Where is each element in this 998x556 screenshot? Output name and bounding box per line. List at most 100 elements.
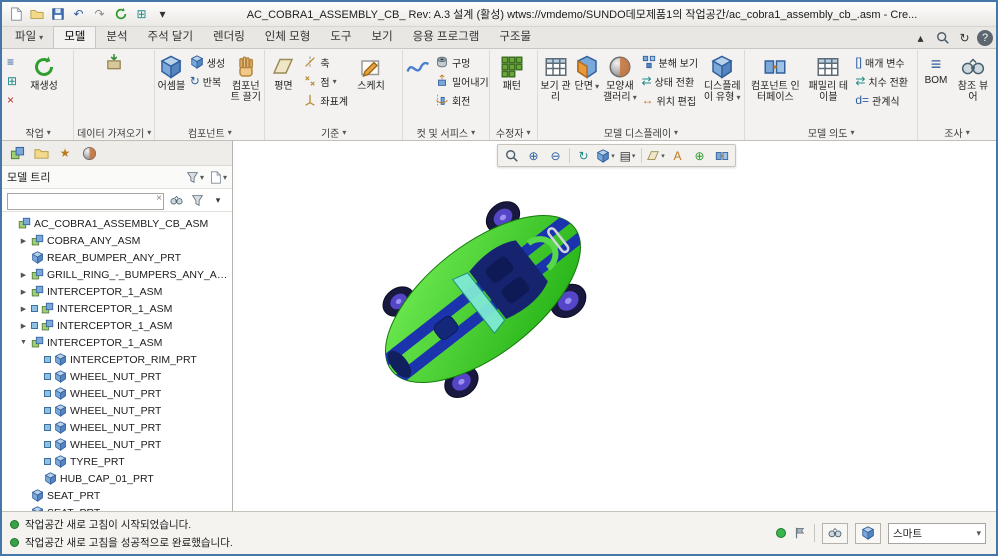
tree-item[interactable]: INTERCEPTOR_1_ASM [2, 317, 232, 334]
assemble-button[interactable]: 어셈블 [157, 53, 186, 92]
boundary-blend-button[interactable] [405, 53, 431, 79]
tree-item[interactable]: INTERCEPTOR_1_ASM [2, 334, 232, 351]
edit-position-button[interactable]: ↔위치 편집 [640, 91, 701, 109]
tree-item[interactable]: WHEEL_NUT_PRT [2, 436, 232, 453]
tree-item[interactable]: GRILL_RING_-_BUMPERS_ANY_ASM [2, 266, 232, 283]
view-manager-button[interactable]: 보기 관리 [540, 53, 572, 103]
undo-button[interactable]: ↶ [69, 5, 88, 24]
tree-filter-button[interactable] [186, 168, 204, 186]
model-viewport[interactable] [333, 149, 633, 449]
ribbon-tab[interactable]: 인체 모형 [255, 27, 321, 48]
ribbon-tab[interactable]: 보기 [361, 27, 402, 48]
tree-item[interactable]: WHEEL_NUT_PRT [2, 402, 232, 419]
copy-button[interactable]: ⊞ [5, 72, 19, 90]
tree-item[interactable]: SEAT_PRT [2, 487, 232, 504]
favorites-button[interactable]: ★ [55, 143, 75, 163]
tree-item[interactable]: INTERCEPTOR_1_ASM [2, 300, 232, 317]
regenerate-button[interactable]: 재생성 [21, 53, 67, 92]
drag-components-button[interactable]: 컴포넌트 끌기 [229, 53, 262, 103]
quick-access-customize-button[interactable]: ▾ [153, 5, 172, 24]
pattern-button[interactable]: 패턴 [492, 53, 532, 92]
ribbon-tab[interactable]: 응용 프로그램 [403, 27, 490, 48]
axis-button[interactable]: 축 [301, 53, 350, 71]
relations-button[interactable]: d=관계식 [853, 91, 910, 109]
import-data-button[interactable] [103, 53, 125, 71]
sync-button[interactable]: ↻ [955, 28, 974, 47]
select-geometry-button[interactable] [855, 523, 881, 544]
tree-item[interactable]: REAR_BUMPER_ANY_PRT [2, 249, 232, 266]
plane-button[interactable]: 평면 [267, 53, 299, 92]
folder-browser-button[interactable] [31, 143, 51, 163]
paste-button[interactable]: ≡ [5, 53, 19, 71]
connections-button[interactable] [79, 143, 99, 163]
tree-item[interactable]: INTERCEPTOR_RIM_PRT [2, 351, 232, 368]
group-footer-datum[interactable]: 기준 [265, 124, 402, 140]
tree-item[interactable]: WHEEL_NUT_PRT [2, 419, 232, 436]
open-button[interactable] [27, 5, 46, 24]
ribbon-tab[interactable]: 렌더링 [203, 27, 255, 48]
model-tree-tab-button[interactable] [7, 143, 27, 163]
flag-icon[interactable] [793, 526, 807, 540]
expand-arrow[interactable] [19, 237, 28, 245]
appearance-gallery-button[interactable]: 모양새 갤러리 [602, 53, 637, 103]
point-button[interactable]: 점 [301, 72, 350, 90]
ribbon-tab[interactable]: 모델 [53, 26, 96, 48]
save-button[interactable] [48, 5, 67, 24]
window-manager-button[interactable]: ⊞ [132, 5, 151, 24]
group-footer-model-intent[interactable]: 모델 의도 [745, 124, 917, 140]
ribbon-tab[interactable]: 주석 달기 [138, 27, 204, 48]
tree-item[interactable]: COBRA_ANY_ASM [2, 232, 232, 249]
group-footer-cut-surface[interactable]: 컷 및 서피스 [403, 124, 489, 140]
tree-filter-funnel-button[interactable] [188, 191, 206, 209]
tree-item[interactable]: HUB_CAP_01_PRT [2, 470, 232, 487]
clear-search-icon[interactable]: × [156, 193, 162, 204]
tree-item[interactable]: WHEEL_NUT_PRT [2, 368, 232, 385]
find-in-model-button[interactable] [822, 523, 848, 544]
exploded-view-button[interactable]: 분해 보기 [640, 53, 701, 71]
selection-filter-select[interactable]: 스마트 [888, 523, 986, 544]
tree-find-button[interactable] [167, 191, 185, 209]
redo-button[interactable]: ↷ [90, 5, 109, 24]
tree-item[interactable]: TYRE_PRT [2, 453, 232, 470]
group-footer-model-display[interactable]: 모델 디스플레이 [538, 124, 745, 140]
tree-collapse-button[interactable]: ▾ [209, 191, 227, 209]
spin-center-button[interactable]: ⊕ [689, 146, 710, 165]
parameters-button[interactable]: []매개 변수 [853, 53, 910, 71]
display-style-button[interactable]: 디스플레이 유형 [702, 53, 742, 103]
group-footer-get-data[interactable]: 데이터 가져오기 [74, 124, 154, 140]
help-button[interactable]: ? [977, 30, 993, 46]
component-interface-button[interactable]: 컴포넌트 인터페이스 [747, 53, 803, 103]
ribbon-tab[interactable]: 분석 [96, 27, 137, 48]
create-component-button[interactable]: 생성 [188, 53, 227, 71]
switch-dimensions-button[interactable]: ⇄치수 전환 [853, 72, 910, 90]
tree-item[interactable]: WHEEL_NUT_PRT [2, 385, 232, 402]
section-button[interactable]: 단면 [573, 53, 600, 92]
tree-item[interactable]: AC_COBRA1_ASSEMBLY_CB_ASM [2, 215, 232, 232]
new-button[interactable] [6, 5, 25, 24]
family-table-button[interactable]: 패밀리 테이블 [805, 53, 851, 103]
group-footer-operations[interactable]: 작업 [3, 124, 73, 140]
bom-button[interactable]: ≡ BOM [920, 53, 952, 86]
tree-settings-button[interactable] [209, 168, 227, 186]
expand-arrow[interactable] [19, 322, 28, 330]
view-orientation-button[interactable] [711, 146, 732, 165]
annotation-display-button[interactable]: A [667, 146, 688, 165]
minimize-ribbon-button[interactable]: ▴ [911, 28, 930, 47]
graphics-area[interactable]: ⊕ ⊖ ↻ ▤ A ⊕ [233, 141, 996, 511]
group-footer-investigate[interactable]: 조사 [918, 124, 996, 140]
tree-search-input[interactable] [7, 193, 164, 210]
tree-item[interactable]: INTERCEPTOR_1_ASM [2, 283, 232, 300]
car-model[interactable] [333, 149, 633, 449]
extrude-button[interactable]: 밀어내기 [433, 72, 491, 90]
command-search-button[interactable] [933, 28, 952, 47]
state-toggle-button[interactable]: ⇄상태 전환 [640, 72, 701, 90]
expand-arrow[interactable] [19, 339, 28, 346]
expand-arrow[interactable] [19, 305, 28, 313]
ribbon-tab[interactable]: 구조물 [489, 27, 541, 48]
delete-button[interactable]: × [5, 91, 19, 109]
expand-arrow[interactable] [19, 271, 28, 279]
revolve-button[interactable]: 회전 [433, 91, 491, 109]
regenerate-quick-button[interactable] [111, 5, 130, 24]
datum-display-filters-button[interactable] [645, 146, 666, 165]
group-footer-modifiers[interactable]: 수정자 [490, 124, 537, 140]
